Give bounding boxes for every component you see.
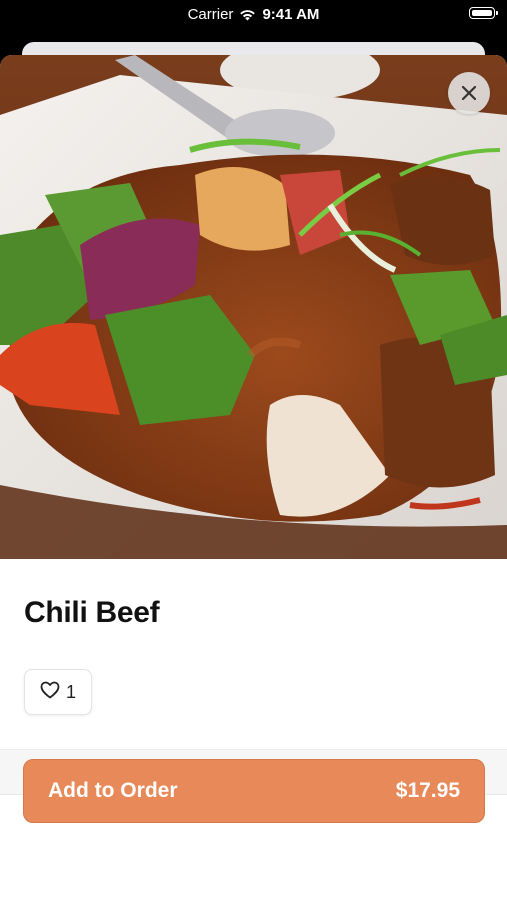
add-to-order-label: Add to Order [48,779,178,802]
add-to-order-button[interactable]: Add to Order $17.95 [23,759,485,823]
wifi-icon [239,8,256,21]
clock-label: 9:41 AM [262,6,320,23]
like-button[interactable]: 1 [24,669,92,715]
like-count: 1 [65,681,76,702]
close-icon [461,85,477,101]
order-price: $17.95 [395,779,460,802]
carrier-label: Carrier [187,6,234,23]
status-bar: Carrier 9:41 AM [0,0,507,32]
close-button[interactable] [448,72,490,114]
battery-icon [469,7,498,19]
heart-icon [40,681,60,704]
status-bar-center: Carrier 9:41 AM [0,6,507,23]
item-title: Chili Beef [24,596,160,629]
item-photo [0,55,507,559]
